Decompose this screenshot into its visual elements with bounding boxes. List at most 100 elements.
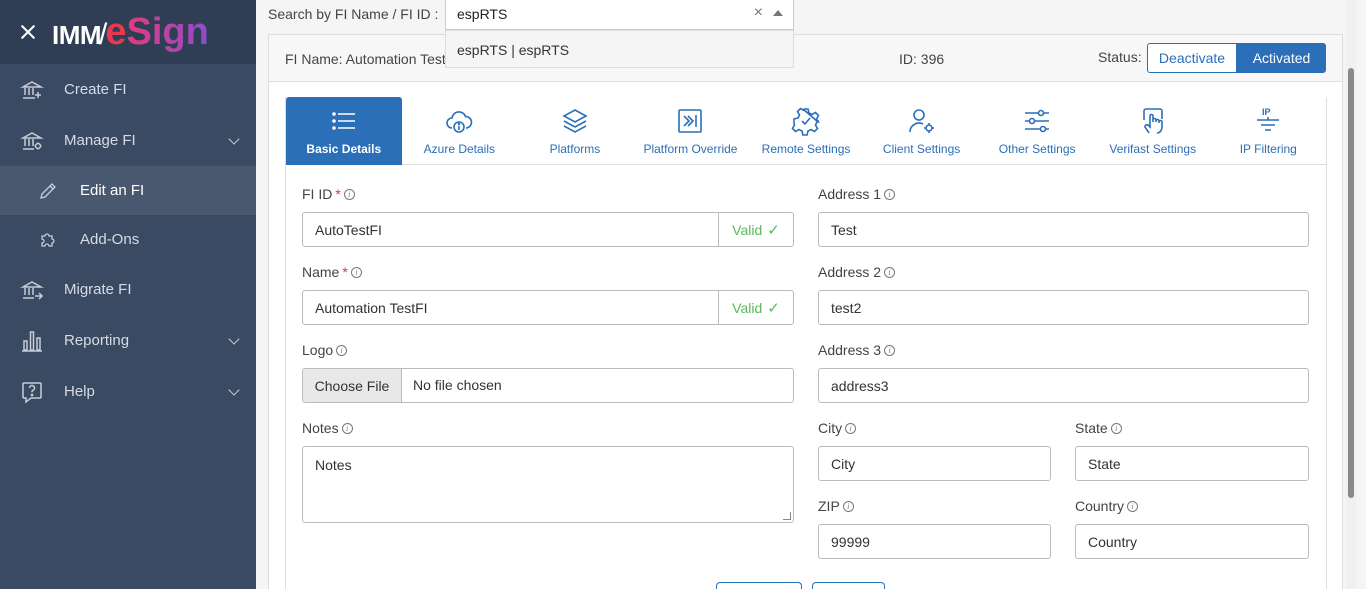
- tab-verifast-settings[interactable]: Verifast Settings: [1095, 97, 1211, 165]
- tab-bar: Basic Details Azure Details Platforms Pl…: [286, 97, 1326, 165]
- sidebar-item-manage-fi[interactable]: Manage FI: [0, 115, 256, 166]
- sidebar-item-migrate-fi[interactable]: Migrate FI: [0, 264, 256, 315]
- fi-name-text: FI Name: Automation TestFI: [285, 51, 459, 67]
- hand-tap-icon: [1142, 108, 1163, 134]
- info-icon[interactable]: i: [343, 188, 355, 200]
- puzzle-icon: [41, 232, 55, 247]
- fi-id-input[interactable]: AutoTestFI Valid ✓: [302, 212, 794, 247]
- tab-client-settings[interactable]: Client Settings: [864, 97, 980, 165]
- sidebar-item-help[interactable]: Help: [0, 366, 256, 417]
- tab-azure-details[interactable]: Azure Details: [402, 97, 518, 165]
- tab-platform-override[interactable]: Platform Override: [633, 97, 749, 165]
- chevron-down-icon: [228, 384, 240, 396]
- fi-id-field: FI ID * i: [302, 185, 794, 203]
- notes-textarea[interactable]: Notes: [302, 446, 794, 523]
- choose-file-button[interactable]: Choose File: [303, 369, 402, 402]
- address3-field: Address 3i: [818, 341, 896, 359]
- scrollbar-thumb[interactable]: [1348, 68, 1354, 498]
- status-label: Status:: [1098, 49, 1142, 65]
- notes-field: Notes i: [302, 419, 353, 437]
- info-icon[interactable]: i: [336, 344, 348, 356]
- pencil-icon: [40, 182, 56, 199]
- country-input[interactable]: Country: [1075, 524, 1309, 559]
- info-icon[interactable]: i: [350, 266, 362, 278]
- bar-chart-icon: [22, 330, 42, 352]
- address1-input[interactable]: Test: [818, 212, 1309, 247]
- info-icon[interactable]: i: [1127, 500, 1139, 512]
- vertical-scrollbar[interactable]: [1346, 0, 1356, 589]
- tab-ip-filtering[interactable]: IP IP Filtering: [1211, 97, 1327, 165]
- info-icon[interactable]: i: [845, 422, 857, 434]
- fi-id-text: ID: 396: [899, 51, 945, 67]
- save-button[interactable]: [716, 582, 802, 589]
- country-field: Country i: [1075, 497, 1139, 515]
- zip-input[interactable]: 99999: [818, 524, 1051, 559]
- logo-file-input[interactable]: Choose File No file chosen: [302, 368, 794, 403]
- caret-up-icon[interactable]: [773, 10, 783, 16]
- sliders-icon: [1025, 109, 1050, 133]
- address2-input[interactable]: test2: [818, 290, 1309, 325]
- file-status-text: No file chosen: [413, 377, 502, 393]
- bank-arrow-icon: [20, 280, 44, 300]
- sidebar-item-create-fi[interactable]: Create FI: [0, 64, 256, 115]
- cloud-info-icon: [446, 111, 473, 133]
- gear-outline-icon: [791, 107, 821, 136]
- info-icon[interactable]: i: [884, 266, 896, 278]
- checkmark-icon: ✓: [767, 299, 780, 317]
- info-icon[interactable]: i: [1110, 422, 1122, 434]
- city-input[interactable]: City: [818, 446, 1051, 481]
- layers-icon: [562, 109, 588, 133]
- sidebar-item-reporting[interactable]: Reporting: [0, 315, 256, 366]
- chevron-down-icon: [228, 133, 240, 145]
- city-field: City i: [818, 419, 857, 437]
- activated-button[interactable]: Activated: [1237, 43, 1326, 73]
- bank-plus-icon: [20, 80, 44, 99]
- question-icon: [22, 381, 42, 404]
- name-field: Name * i: [302, 263, 794, 281]
- sidebar-item-edit-an-fi[interactable]: Edit an FI: [0, 166, 256, 215]
- valid-badge: Valid ✓: [718, 213, 793, 246]
- main-content: Search by FI Name / FI ID : × espRTS | e…: [256, 0, 1356, 589]
- info-icon[interactable]: i: [884, 344, 896, 356]
- search-label: Search by FI Name / FI ID :: [268, 6, 439, 22]
- list-icon: [331, 112, 355, 130]
- bank-gear-icon: [20, 131, 44, 150]
- tab-basic-details[interactable]: Basic Details: [286, 97, 402, 165]
- state-input[interactable]: State: [1075, 446, 1309, 481]
- fi-search-input[interactable]: [446, 0, 726, 28]
- svg-text:IP: IP: [1262, 107, 1271, 117]
- sidebar: IMM / e Sign Create FI Manage FI Edit an FI…: [0, 0, 256, 589]
- info-icon[interactable]: i: [341, 422, 353, 434]
- address3-input[interactable]: address3: [818, 368, 1309, 403]
- user-gear-icon: [908, 109, 934, 133]
- logo-field: Logo i: [302, 341, 348, 359]
- sidebar-item-add-ons[interactable]: Add-Ons: [0, 215, 256, 264]
- status-toggle: Deactivate Activated: [1147, 43, 1326, 73]
- valid-badge: Valid ✓: [718, 291, 793, 324]
- cancel-button[interactable]: [812, 582, 885, 589]
- ip-filter-icon: IP: [1257, 107, 1280, 131]
- chevron-down-icon: [228, 333, 240, 345]
- state-field: State i: [1075, 419, 1122, 437]
- app-logo: IMM / e Sign: [52, 10, 209, 53]
- fi-search-combobox[interactable]: ×: [445, 0, 794, 30]
- tab-platforms[interactable]: Platforms: [517, 97, 633, 165]
- checkmark-icon: ✓: [767, 221, 780, 239]
- search-dropdown-option[interactable]: espRTS | espRTS: [445, 30, 794, 68]
- brand-bar: IMM / e Sign: [0, 0, 256, 64]
- panel-header: FI Name: Automation TestFI ID: 396 Statu…: [269, 35, 1342, 82]
- close-icon[interactable]: [18, 22, 38, 42]
- info-icon[interactable]: i: [884, 188, 896, 200]
- tab-remote-settings[interactable]: Remote Settings: [748, 97, 864, 165]
- clear-icon[interactable]: ×: [754, 4, 763, 22]
- arrow-in-box-icon: [678, 109, 703, 133]
- fi-panel: FI Name: Automation TestFI ID: 396 Statu…: [268, 34, 1343, 589]
- info-icon[interactable]: i: [842, 500, 854, 512]
- resize-handle[interactable]: [783, 512, 791, 520]
- tab-other-settings[interactable]: Other Settings: [979, 97, 1095, 165]
- zip-field: ZIP i: [818, 497, 854, 515]
- address2-field: Address 2i: [818, 263, 896, 281]
- name-input[interactable]: Automation TestFI Valid ✓: [302, 290, 794, 325]
- address1-field: Address 1i: [818, 185, 896, 203]
- deactivate-button[interactable]: Deactivate: [1147, 43, 1237, 73]
